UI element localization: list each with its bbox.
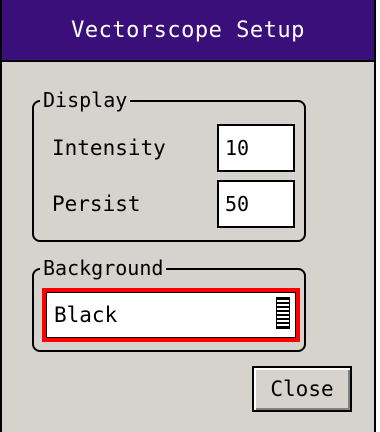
intensity-label: Intensity bbox=[52, 136, 166, 160]
dropdown-handle-icon[interactable] bbox=[276, 297, 290, 329]
close-button[interactable]: Close bbox=[252, 366, 352, 412]
persist-value: 50 bbox=[225, 192, 250, 216]
background-select-value: Black bbox=[54, 303, 118, 327]
vectorscope-setup-dialog: Vectorscope Setup Display Intensity 10 P… bbox=[0, 0, 376, 432]
persist-field[interactable]: 50 bbox=[217, 180, 295, 228]
display-group: Display Intensity 10 Persist 50 bbox=[32, 88, 306, 242]
intensity-field[interactable]: 10 bbox=[217, 124, 295, 172]
display-group-legend: Display bbox=[40, 88, 131, 112]
background-group: Background Black bbox=[32, 256, 306, 352]
dialog-title: Vectorscope Setup bbox=[2, 0, 374, 62]
background-select[interactable]: Black bbox=[42, 288, 300, 342]
background-group-legend: Background bbox=[40, 256, 167, 280]
intensity-value: 10 bbox=[225, 136, 250, 160]
persist-label: Persist bbox=[52, 192, 141, 216]
